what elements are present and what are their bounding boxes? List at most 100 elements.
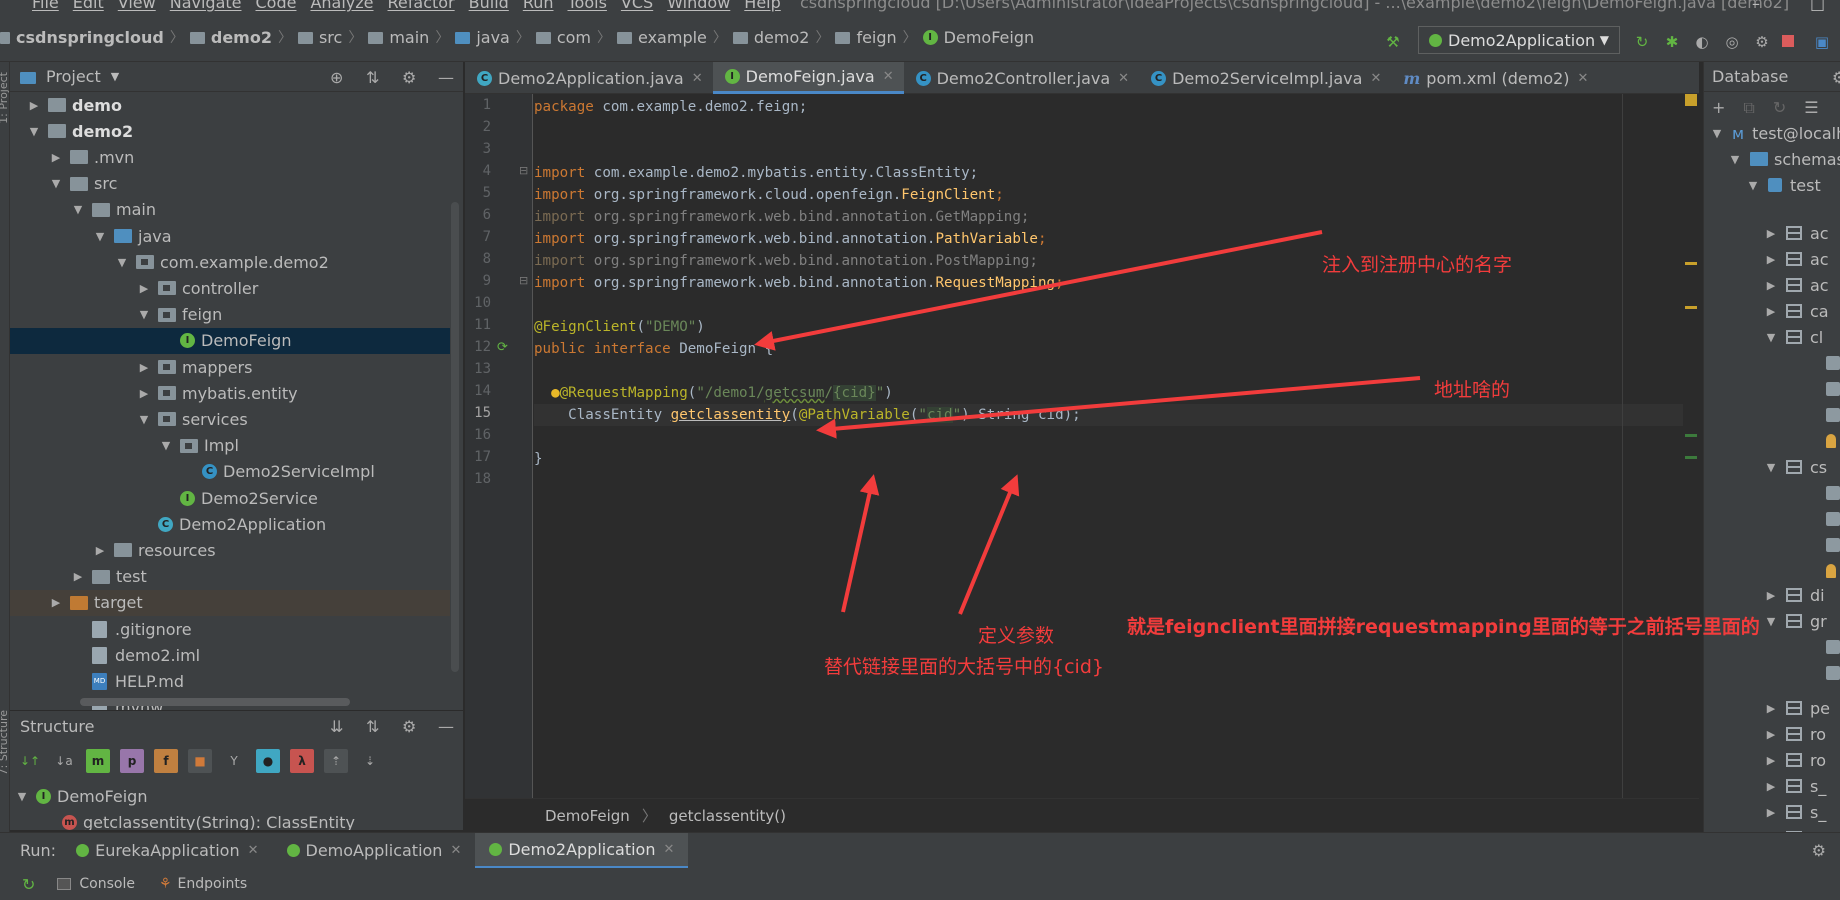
tree-item-mappers[interactable]: ▶ mappers	[10, 354, 450, 380]
expanded-arrow-icon[interactable]: ▼	[136, 308, 152, 321]
crumb-demo2[interactable]: demo2 〉	[732, 27, 836, 47]
tree-item-com-example-demo2[interactable]: ▼ com.example.demo2	[10, 249, 450, 275]
db-table-row[interactable]: ▶ ac	[1764, 246, 1829, 272]
expand-all-icon[interactable]: ⇊	[330, 717, 343, 736]
sort-alpha-icon[interactable]: ↓a	[52, 749, 76, 773]
crumb-com[interactable]: com 〉	[535, 27, 617, 47]
expanded-arrow-icon[interactable]: ▼	[136, 413, 152, 426]
db-column-row[interactable]	[1826, 532, 1840, 558]
locate-icon[interactable]: ⊕	[330, 68, 343, 87]
expanded-arrow-icon[interactable]: ▼	[114, 256, 130, 269]
db-schemas[interactable]: ▼ schemas	[1728, 146, 1840, 172]
menu-build[interactable]: Build	[469, 0, 509, 12]
collapsed-arrow-icon[interactable]: ▶	[1764, 227, 1778, 240]
structure-tool-icon[interactable]: 7: Structure	[0, 710, 10, 775]
close-icon[interactable]: ✕	[1118, 71, 1129, 86]
crumb-example[interactable]: example 〉	[617, 27, 733, 47]
db-column-row[interactable]	[1826, 558, 1836, 584]
db-table-row[interactable]: ▶ ro	[1764, 747, 1826, 773]
endpoints-tab[interactable]: ⚘ Endpoints	[159, 876, 247, 892]
collapsed-arrow-icon[interactable]: ▶	[1764, 754, 1778, 767]
expanded-arrow-icon[interactable]: ▼	[1764, 461, 1778, 474]
close-icon[interactable]: ✕	[1370, 71, 1381, 86]
structure-member[interactable]: m getclassentity(String): ClassEntity	[62, 809, 463, 830]
menu-refactor[interactable]: Refactor	[388, 0, 455, 12]
close-icon[interactable]: ✕	[450, 843, 461, 858]
tree-item-help-md[interactable]: MD HELP.md	[10, 668, 450, 694]
show-properties-icon[interactable]: p	[120, 749, 144, 773]
tree-item-demofeign[interactable]: I DemoFeign	[10, 327, 450, 354]
close-icon[interactable]: ✕	[663, 842, 674, 857]
db-column-row[interactable]	[1826, 506, 1840, 532]
tree-item-demo2-iml[interactable]: demo2.iml	[10, 642, 450, 668]
menu-file[interactable]: File	[32, 0, 59, 12]
tree-item-mybatis-entity[interactable]: ▶ mybatis.entity	[10, 380, 450, 406]
add-icon[interactable]: +	[1712, 98, 1725, 118]
crumb-src[interactable]: src 〉	[297, 27, 368, 47]
rerun-icon[interactable]: ↻	[22, 875, 35, 894]
warning-indicator-icon[interactable]	[1685, 94, 1697, 106]
close-icon[interactable]: ✕	[692, 71, 703, 86]
menu-view[interactable]: View	[118, 0, 156, 12]
close-icon[interactable]: ✕	[883, 69, 894, 84]
tree-item-src[interactable]: ▼ src	[10, 171, 450, 197]
crumb-feign[interactable]: feign 〉	[835, 27, 922, 47]
refresh-icon[interactable]: ↻	[1773, 98, 1786, 118]
debug-icon[interactable]: ✱	[1664, 34, 1680, 50]
spring-bean-gutter-icon[interactable]: ⟳	[497, 340, 508, 355]
menu-window[interactable]: Window	[667, 0, 730, 12]
maximize-button[interactable]: □	[1810, 0, 1825, 13]
db-table-row[interactable]: ▶ s_	[1764, 799, 1827, 825]
menu-run[interactable]: Run	[523, 0, 554, 12]
db-connection[interactable]: ▼ ᴍ test@localh	[1710, 120, 1840, 146]
tree-item-test[interactable]: ▶ test	[10, 564, 450, 590]
collapsed-arrow-icon[interactable]: ▶	[1764, 305, 1778, 318]
tree-item-demo2application[interactable]: C Demo2Application	[10, 511, 450, 537]
run-tab-demo2[interactable]: Demo2Application ✕	[475, 832, 689, 869]
crumb-java[interactable]: java 〉	[455, 27, 536, 47]
menu-analyze[interactable]: Analyze	[310, 0, 373, 12]
collapsed-arrow-icon[interactable]: ▶	[1764, 702, 1778, 715]
expanded-arrow-icon[interactable]: ▼	[1728, 153, 1742, 166]
copy-icon[interactable]: ⧉	[1743, 98, 1754, 118]
db-column-row[interactable]	[1826, 660, 1840, 686]
collapsed-arrow-icon[interactable]: ▶	[48, 151, 64, 164]
db-table-row[interactable]: ▼ cl	[1764, 324, 1823, 350]
tree-item-mvn[interactable]: ▶ .mvn	[10, 144, 450, 170]
show-non-public-icon[interactable]: ■	[188, 749, 212, 773]
db-table-row[interactable]: ▼ cs	[1764, 454, 1827, 480]
close-icon[interactable]: ✕	[1578, 71, 1589, 86]
tree-item-demo2[interactable]: ▼ demo2	[10, 118, 450, 144]
tab-pom-xml[interactable]: m pom.xml (demo2) ✕	[1391, 62, 1598, 94]
db-table-row[interactable]: ▼ gr	[1764, 608, 1827, 634]
warning-marker[interactable]	[1685, 262, 1697, 265]
crumb-demofeign[interactable]: I DemoFeign	[922, 28, 1034, 47]
collapsed-arrow-icon[interactable]: ▶	[1764, 279, 1778, 292]
collapsed-arrow-icon[interactable]: ▶	[136, 387, 152, 400]
crumb-project[interactable]: csdnspringcloud 〉	[0, 27, 190, 47]
db-table-row[interactable]: ▶ ac	[1764, 220, 1829, 246]
project-structure-icon[interactable]: ▣	[1814, 34, 1830, 50]
collapsed-arrow-icon[interactable]: ▶	[26, 99, 42, 112]
crumb-module[interactable]: demo2 〉	[189, 27, 298, 47]
tree-item-resources[interactable]: ▶ resources	[10, 537, 450, 563]
db-table-row[interactable]: ▶ ro	[1764, 721, 1826, 747]
collapsed-arrow-icon[interactable]: ▶	[136, 282, 152, 295]
run-configuration-select[interactable]: Demo2Application ▼	[1418, 26, 1620, 54]
db-table-row[interactable]: ▶ s_	[1764, 773, 1827, 799]
run-tab-demo[interactable]: DemoApplication ✕	[273, 833, 476, 869]
gear-icon[interactable]: ⚙	[402, 68, 416, 87]
run-tab-eureka[interactable]: EurekaApplication ✕	[62, 833, 272, 869]
collapsed-arrow-icon[interactable]: ▶	[136, 361, 152, 374]
tree-item-demo[interactable]: ▶ demo	[10, 92, 450, 118]
collapse-all-icon[interactable]: ⇅	[366, 717, 379, 736]
menu-vcs[interactable]: VCS	[621, 0, 653, 12]
expanded-arrow-icon[interactable]: ▼	[1764, 331, 1778, 344]
lightbulb-icon[interactable]: ●	[551, 385, 560, 401]
code-content[interactable]: package com.example.demo2.feign; import …	[534, 94, 1694, 832]
db-table-row[interactable]: ▶ pe	[1764, 695, 1830, 721]
properties-icon[interactable]: ☰	[1804, 98, 1818, 118]
menu-tools[interactable]: Tools	[568, 0, 607, 12]
anonymous-classes-icon[interactable]: Y	[222, 749, 246, 773]
db-column-row[interactable]	[1826, 480, 1840, 506]
